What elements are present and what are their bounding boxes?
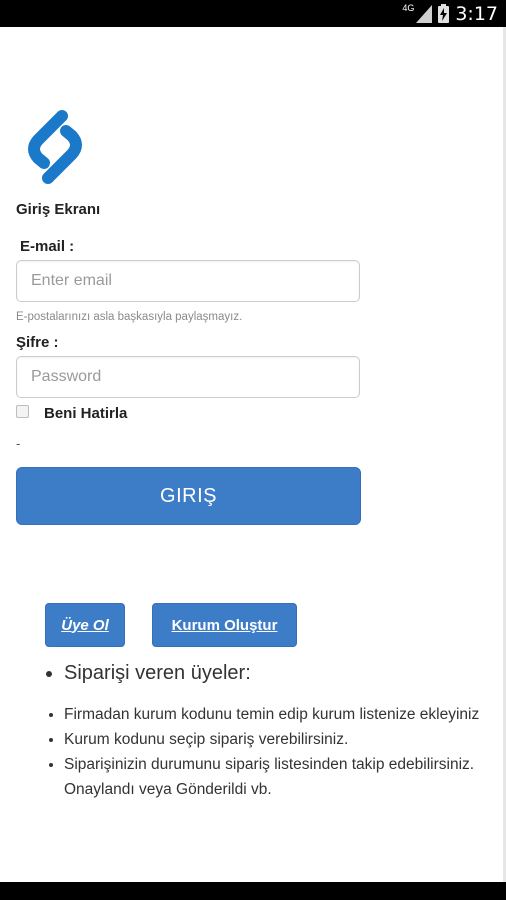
network-type: 4G [402, 3, 415, 13]
password-label: Şifre : [16, 334, 59, 351]
login-button[interactable]: GIRIŞ [16, 467, 361, 525]
create-organization-button[interactable]: Kurum Oluştur [152, 603, 297, 647]
info-item: Firmadan kurum kodunu temin edip kurum l… [64, 702, 504, 727]
register-button[interactable]: Üye Ol [45, 603, 125, 647]
info-item: Kurum kodunu seçip sipariş verebilirsini… [64, 727, 504, 752]
create-organization-button-label: Kurum Oluştur [171, 616, 278, 634]
status-time: 3:17 [455, 2, 498, 25]
register-button-label: Üye Ol [61, 616, 109, 634]
password-field[interactable] [16, 356, 360, 398]
info-heading: Siparişi veren üyeler: [64, 658, 504, 688]
battery-icon [438, 4, 450, 23]
separator-dash: - [16, 436, 21, 451]
status-bar: 4G 3:17 [0, 0, 506, 27]
status-bar-right: 4G 3:17 [402, 0, 498, 27]
signal-icon [416, 4, 433, 23]
email-label: E-mail : [20, 238, 75, 255]
info-item: Siparişinizin durumunu sipariş listesind… [64, 752, 504, 802]
app-logo-icon [28, 110, 82, 184]
email-field[interactable] [16, 260, 360, 302]
remember-checkbox[interactable] [16, 405, 29, 418]
email-help-text: E-postalarınızı asla başkasıyla paylaşma… [16, 311, 243, 323]
page-title: Giriş Ekranı [16, 201, 101, 218]
navigation-bar [0, 882, 506, 900]
info-list: Siparişi veren üyeler: Firmadan kurum ko… [42, 658, 504, 802]
login-button-label: GIRIŞ [160, 484, 217, 507]
remember-label: Beni Hatirla [44, 405, 128, 422]
